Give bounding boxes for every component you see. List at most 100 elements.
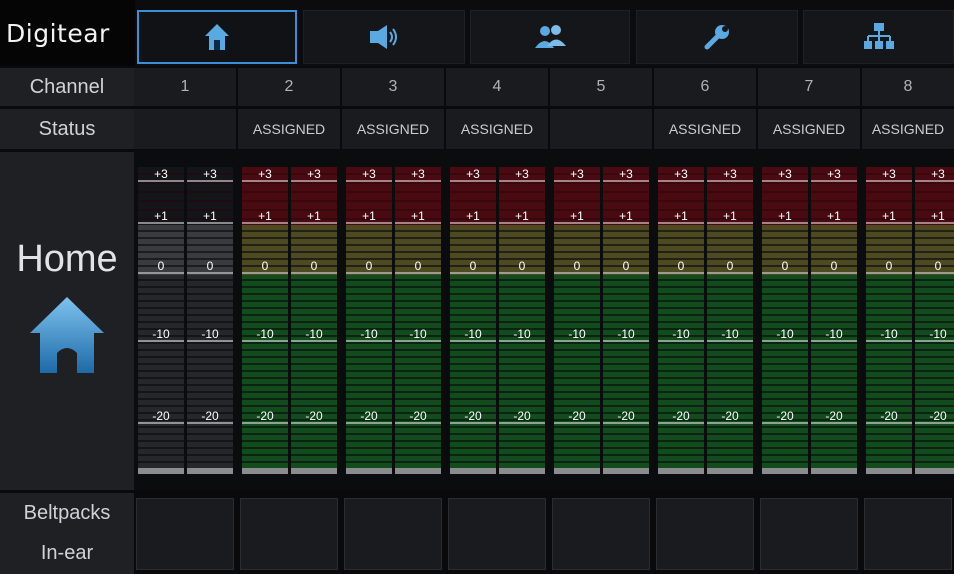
scale-label: 0	[262, 259, 269, 273]
scale-label: -10	[305, 327, 323, 341]
scale-label: +1	[827, 209, 841, 223]
beltpack-slot-5[interactable]	[552, 498, 650, 570]
channel-row-label: Channel	[0, 68, 134, 106]
scale-label: +3	[723, 167, 737, 181]
scale-label: 0	[519, 259, 526, 273]
scale-label: +3	[827, 167, 841, 181]
scale-label: -20	[152, 409, 170, 423]
scale-label: -20	[776, 409, 794, 423]
status-label-text: Status	[38, 117, 96, 140]
beltpack-slot-6[interactable]	[656, 498, 754, 570]
scale-label: +1	[203, 209, 217, 223]
scale-label: +3	[931, 167, 945, 181]
scale-label: 0	[935, 259, 942, 273]
scale-label: +1	[723, 209, 737, 223]
tab-settings[interactable]	[636, 10, 798, 64]
scale-label: -10	[201, 327, 219, 341]
scale-label: -20	[825, 409, 843, 423]
scale-label: +1	[674, 209, 688, 223]
scale-label: +1	[931, 209, 945, 223]
channel-number-6: 6	[654, 68, 756, 106]
beltpacks-panel: Beltpacks In-ear	[0, 493, 134, 574]
beltpack-slot-3[interactable]	[344, 498, 442, 570]
channel-number-2: 2	[238, 68, 340, 106]
scale-label: -10	[929, 327, 947, 341]
scale-label: +3	[778, 167, 792, 181]
scale-label: -20	[360, 409, 378, 423]
scale-label: -10	[617, 327, 635, 341]
meter-bar-ch2-left: +3 +1 0 -10 -20	[242, 167, 288, 474]
scale-label: 0	[623, 259, 630, 273]
beltpack-slot-8[interactable]	[864, 498, 952, 570]
home-title: Home	[16, 238, 118, 280]
scale-label: +3	[154, 167, 168, 181]
home-panel: Home	[0, 152, 134, 490]
scale-label: 0	[311, 259, 318, 273]
meter-bridge: +3 +1 0 -10 -20 +3 +1 0 -10 -20 +3 +1 0 -10 -20 +3 +1 0 -1…	[134, 150, 954, 490]
scale-label: -10	[721, 327, 739, 341]
scale-label: -20	[201, 409, 219, 423]
scale-label: -10	[256, 327, 274, 341]
tab-users[interactable]	[470, 10, 630, 64]
scale-label: -10	[825, 327, 843, 341]
scale-label: -20	[880, 409, 898, 423]
scale-label: +1	[466, 209, 480, 223]
beltpack-slot-4[interactable]	[448, 498, 546, 570]
scale-label: 0	[415, 259, 422, 273]
scale-label: +1	[515, 209, 529, 223]
channel-status-2: ASSIGNED	[238, 109, 340, 149]
top-navigation-bar: Digitear	[0, 0, 954, 66]
scale-label: -10	[513, 327, 531, 341]
scale-label: +1	[411, 209, 425, 223]
home-icon	[205, 24, 229, 50]
scale-label: -20	[929, 409, 947, 423]
scale-label: -10	[409, 327, 427, 341]
meter-bar-ch6-right: +3 +1 0 -10 -20	[707, 167, 753, 474]
scale-label: -20	[464, 409, 482, 423]
meter-bar-ch8-right: +3 +1 0 -10 -20	[915, 167, 954, 474]
tab-home[interactable]	[137, 10, 297, 64]
level-meters: +3 +1 0 -10 -20 +3 +1 0 -10 -20 +3 +1 0 -10 -20 +3 +1 0 -1…	[138, 167, 954, 474]
beltpack-slot-2[interactable]	[240, 498, 338, 570]
network-icon	[863, 23, 894, 49]
scale-label: +3	[258, 167, 272, 181]
tab-network[interactable]	[803, 10, 954, 64]
meter-bar-ch4-right: +3 +1 0 -10 -20	[499, 167, 545, 474]
channel-status-3: ASSIGNED	[342, 109, 444, 149]
meter-bar-ch3-right: +3 +1 0 -10 -20	[395, 167, 441, 474]
tab-audio[interactable]	[303, 10, 465, 64]
meter-bar-ch3-left: +3 +1 0 -10 -20	[346, 167, 392, 474]
scale-label: 0	[782, 259, 789, 273]
scale-label: -20	[721, 409, 739, 423]
channel-number-5: 5	[550, 68, 652, 106]
scale-label: -20	[672, 409, 690, 423]
scale-label: 0	[158, 259, 165, 273]
meter-bar-ch1-right: +3 +1 0 -10 -20	[187, 167, 233, 474]
meter-bar-ch7-right: +3 +1 0 -10 -20	[811, 167, 857, 474]
scale-label: +1	[154, 209, 168, 223]
scale-label: -20	[305, 409, 323, 423]
scale-label: +3	[203, 167, 217, 181]
scale-label: -10	[880, 327, 898, 341]
scale-label: -20	[568, 409, 586, 423]
scale-label: +1	[570, 209, 584, 223]
meter-bar-ch2-right: +3 +1 0 -10 -20	[291, 167, 337, 474]
scale-label: -10	[360, 327, 378, 341]
scale-label: 0	[207, 259, 214, 273]
scale-label: +3	[674, 167, 688, 181]
channel-status-7: ASSIGNED	[758, 109, 860, 149]
meter-bar-ch8-left: +3 +1 0 -10 -20	[866, 167, 912, 474]
scale-label: -20	[513, 409, 531, 423]
scale-label: +1	[307, 209, 321, 223]
meter-bar-ch5-left: +3 +1 0 -10 -20	[554, 167, 600, 474]
scale-label: -10	[568, 327, 586, 341]
status-row-label: Status	[0, 109, 134, 149]
scale-label: 0	[470, 259, 477, 273]
beltpack-slot-1[interactable]	[136, 498, 234, 570]
home-icon	[30, 297, 104, 373]
scale-label: 0	[678, 259, 685, 273]
wrench-icon	[704, 25, 729, 50]
scale-label: +3	[411, 167, 425, 181]
beltpack-slot-7[interactable]	[760, 498, 858, 570]
scale-label: +1	[882, 209, 896, 223]
